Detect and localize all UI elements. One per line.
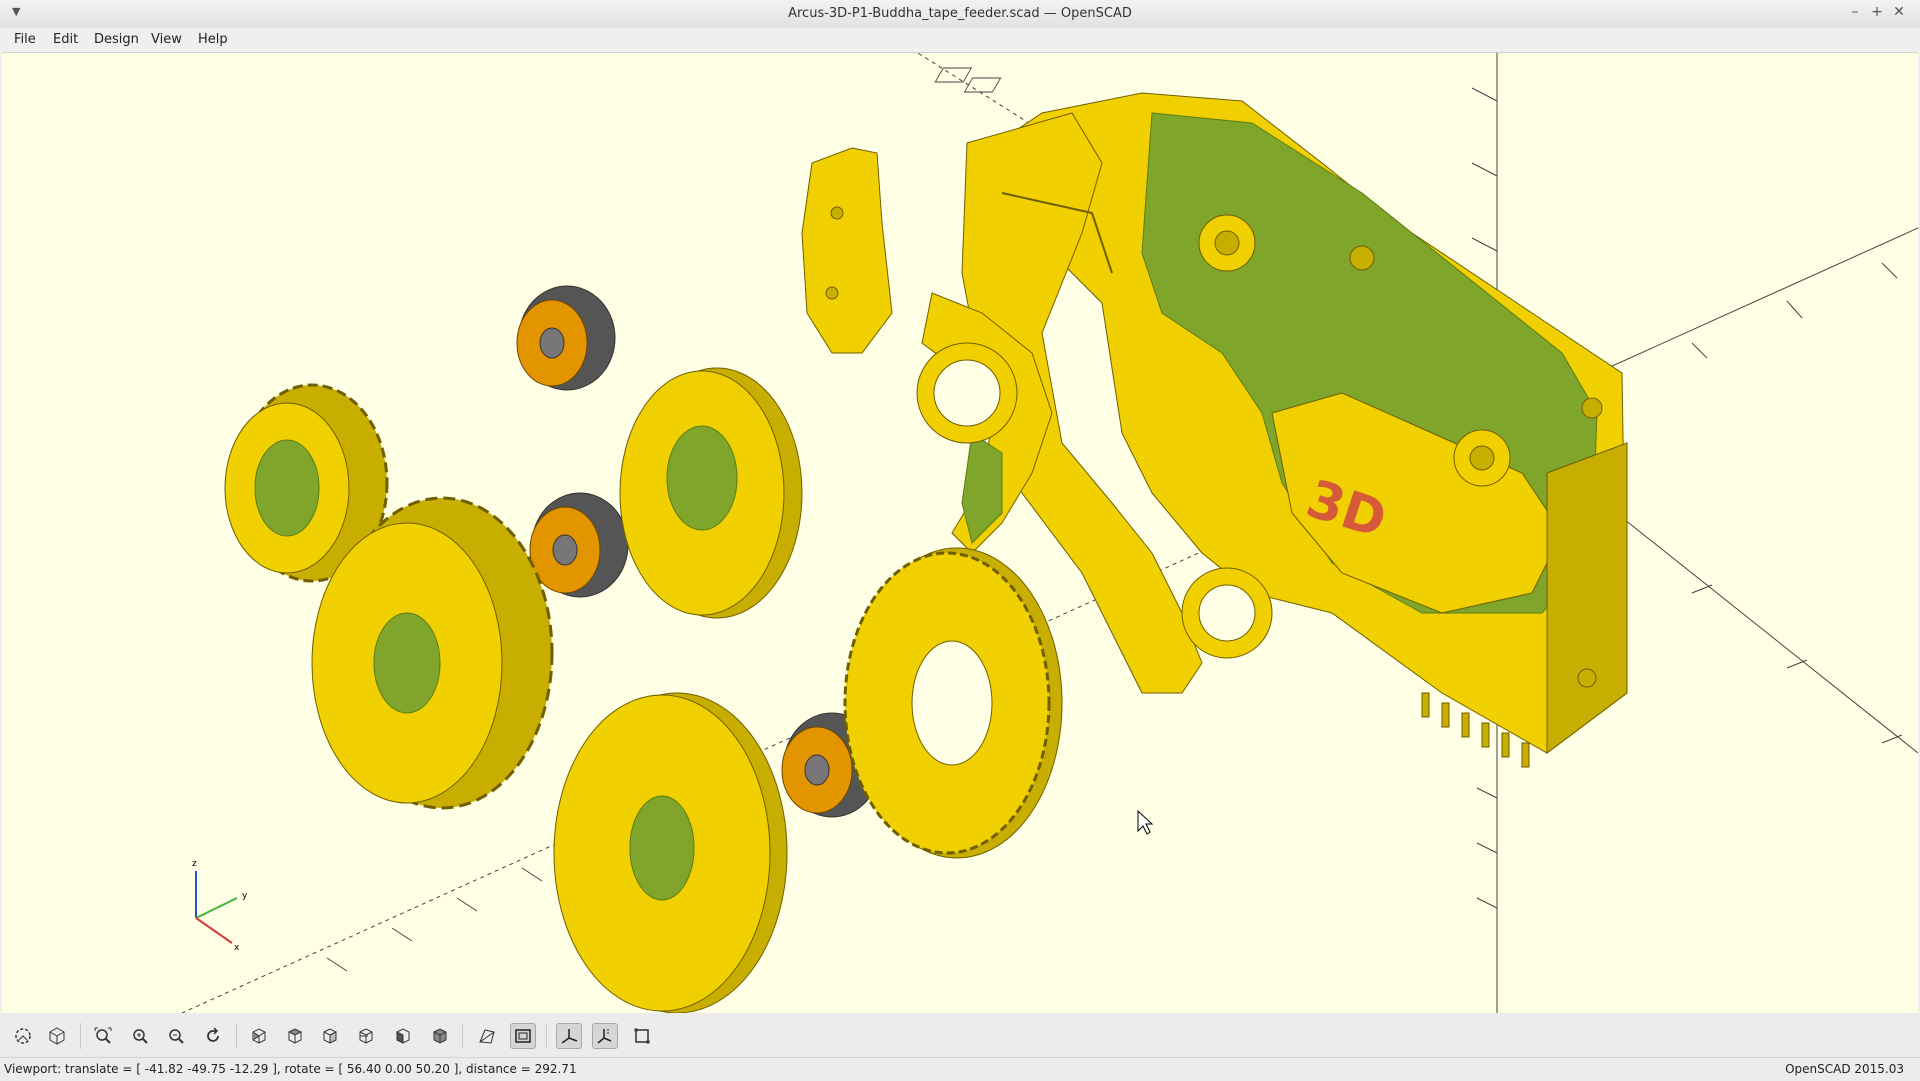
axis-x-label: x (234, 943, 240, 953)
view-top-button[interactable] (282, 1023, 308, 1049)
view-right-icon (252, 1028, 266, 1044)
version-label: OpenSCAD 2015.03 (1785, 1062, 1904, 1076)
menu-edit[interactable]: Edit (53, 32, 78, 47)
menu-view[interactable]: View (151, 32, 182, 47)
view-bottom-button[interactable] (317, 1023, 343, 1049)
axis-z-label: z (192, 859, 197, 869)
bearing-middle (529, 492, 629, 598)
view-front-button[interactable] (390, 1023, 416, 1049)
zoom-in-icon (133, 1029, 148, 1044)
status-bar: Viewport: translate = [ -41.82 -49.75 -1… (0, 1057, 1920, 1081)
washer-middle (619, 367, 803, 619)
show-edges-icon (634, 1028, 650, 1044)
menu-help[interactable]: Help (198, 32, 228, 47)
small-plate-part (801, 147, 893, 354)
model-render: 3D z y x (181, 53, 1918, 1013)
view-back-button[interactable] (427, 1023, 453, 1049)
reset-view-icon (207, 1027, 219, 1042)
view-back-icon (433, 1028, 447, 1044)
reset-view-button[interactable] (200, 1023, 226, 1049)
show-scale-markers-button[interactable] (592, 1023, 618, 1049)
perspective-button[interactable] (474, 1023, 500, 1049)
zoom-out-icon (169, 1029, 184, 1044)
view-all-icon (94, 1027, 112, 1044)
maximize-button[interactable]: + (1866, 4, 1888, 20)
show-axes-icon (561, 1029, 578, 1044)
view-left-button[interactable] (353, 1023, 379, 1049)
render-button[interactable] (44, 1023, 70, 1049)
view-bottom-icon (323, 1028, 337, 1044)
render-icon (49, 1027, 65, 1045)
menu-bar: File Edit Design View Help (0, 28, 1920, 52)
zoom-out-button[interactable] (163, 1023, 189, 1049)
perspective-icon (479, 1029, 495, 1044)
orthogonal-button[interactable] (510, 1023, 536, 1049)
axes-gizmo: z y x (192, 859, 248, 953)
menu-file[interactable]: File (14, 32, 36, 47)
viewport-status-text: Viewport: translate = [ -41.82 -49.75 -1… (4, 1062, 577, 1076)
disk-bottom (553, 692, 788, 1013)
menu-design[interactable]: Design (94, 32, 139, 47)
view-top-icon (287, 1028, 303, 1044)
view-all-button[interactable] (90, 1023, 116, 1049)
mouse-cursor-icon (1137, 809, 1154, 835)
show-axes-button[interactable] (556, 1023, 582, 1049)
view-left-icon (359, 1028, 373, 1044)
title-bar: ▼ Arcus-3D-P1-Buddha_tape_feeder.scad — … (0, 0, 1920, 29)
preview-button[interactable] (10, 1023, 36, 1049)
view-right-button[interactable] (246, 1023, 272, 1049)
preview-icon (15, 1028, 31, 1044)
show-scale-markers-icon (597, 1029, 612, 1044)
axis-y-label: y (242, 891, 248, 901)
close-button[interactable]: ✕ (1888, 4, 1910, 20)
view-front-icon (396, 1028, 410, 1044)
3d-viewport[interactable]: 3D z y x (2, 52, 1918, 1014)
bearing-top (516, 285, 616, 391)
orthogonal-icon (515, 1029, 531, 1043)
sprocket-gear (843, 547, 1063, 859)
show-edges-button[interactable] (629, 1023, 655, 1049)
minimize-button[interactable]: – (1844, 4, 1866, 20)
zoom-in-button[interactable] (127, 1023, 153, 1049)
window-title: Arcus-3D-P1-Buddha_tape_feeder.scad — Op… (788, 6, 1132, 21)
view-toolbar (0, 1013, 1920, 1057)
scale-marker-label (934, 67, 1002, 93)
